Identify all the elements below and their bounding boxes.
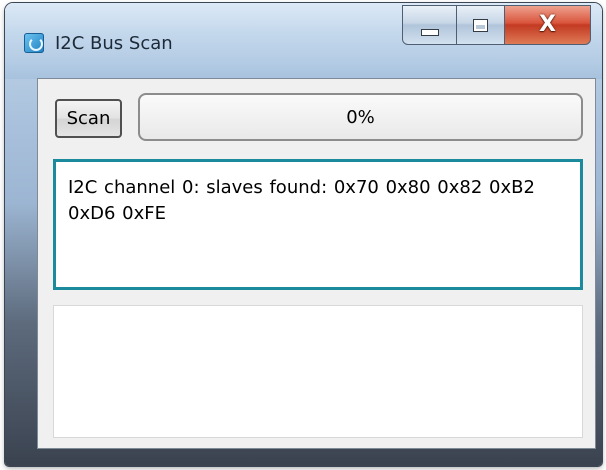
scan-output-textbox[interactable]: I2C channel 0: slaves found: 0x70 0x80 0…: [53, 159, 583, 290]
app-window: I2C Bus Scan X Scan 0% I2C channel 0: sl…: [5, 3, 602, 466]
maximize-button[interactable]: [457, 5, 505, 45]
log-textbox[interactable]: [53, 305, 583, 438]
title-bar[interactable]: I2C Bus Scan X: [5, 3, 602, 79]
window-controls: X: [402, 5, 591, 47]
scan-output-text: I2C channel 0: slaves found: 0x70 0x80 0…: [68, 177, 535, 224]
maximize-icon: [473, 18, 488, 32]
window-title: I2C Bus Scan: [55, 33, 173, 54]
close-icon: X: [539, 12, 556, 37]
minimize-button[interactable]: [402, 5, 457, 45]
close-button[interactable]: X: [505, 5, 591, 45]
app-icon[interactable]: [24, 33, 44, 53]
client-area: Scan 0% I2C channel 0: slaves found: 0x7…: [38, 79, 595, 448]
progress-bar: 0%: [138, 93, 583, 141]
minimize-icon: [420, 28, 439, 36]
scan-button[interactable]: Scan: [55, 99, 122, 138]
progress-text: 0%: [346, 106, 375, 128]
